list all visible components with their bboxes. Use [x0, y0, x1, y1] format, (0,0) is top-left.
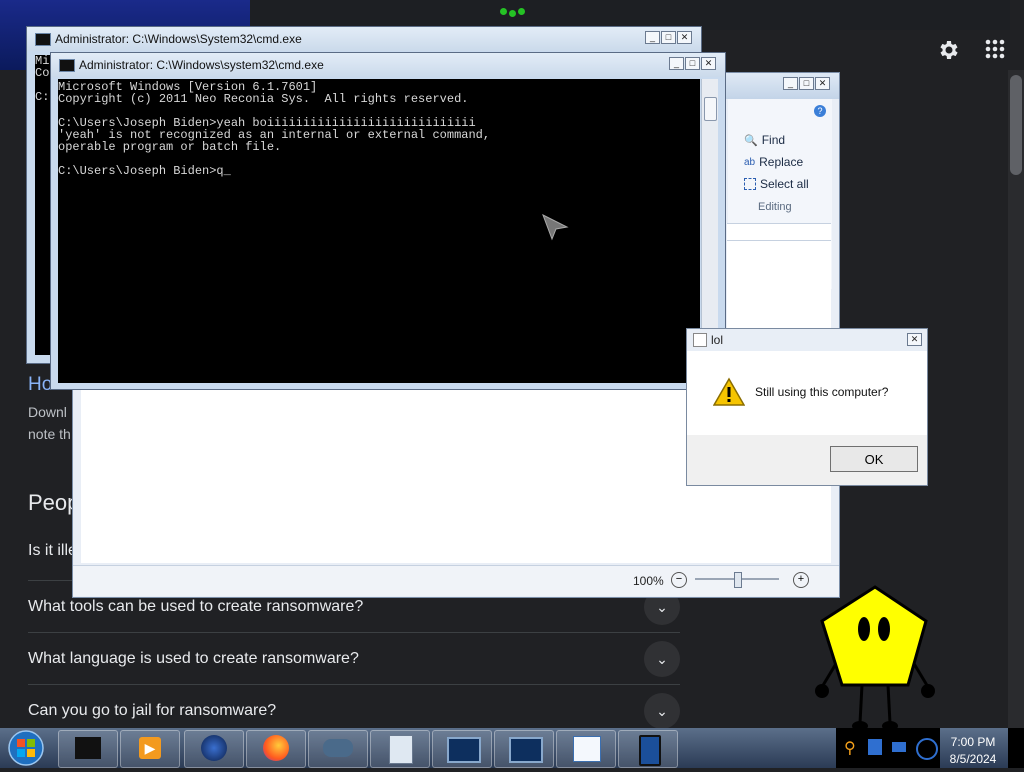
browser-scrollbar-thumb[interactable]	[1010, 75, 1022, 175]
console-icon	[59, 59, 75, 72]
help-icon[interactable]: ?	[814, 105, 826, 117]
device-icon	[639, 735, 661, 766]
status-bar: 100% − +	[73, 565, 839, 596]
cmd-window-front[interactable]: Administrator: C:\Windows\system32\cmd.e…	[50, 52, 726, 390]
taskbar-app-cmd-1[interactable]	[432, 730, 492, 768]
close-button[interactable]: ✕	[677, 31, 692, 44]
maximize-button[interactable]: □	[661, 31, 676, 44]
ie-icon[interactable]	[916, 738, 938, 760]
taskbar-app-wordpad[interactable]	[556, 730, 616, 768]
chevron-down-icon[interactable]: ⌄	[644, 693, 680, 729]
binoculars-icon: 🔍	[744, 134, 758, 147]
ruler[interactable]	[727, 223, 831, 241]
minimize-button[interactable]: _	[645, 31, 660, 44]
clock-time: 7:00 PM	[950, 735, 996, 749]
replace-label: Replace	[759, 155, 804, 169]
close-button[interactable]: ✕	[701, 57, 716, 70]
cmd-back-title: Administrator: C:\Windows\System32\cmd.e…	[55, 32, 302, 46]
dialog-message: Still using this computer?	[755, 385, 889, 399]
paa-item[interactable]: What language is used to create ransomwa…	[28, 632, 680, 685]
zoom-slider-thumb[interactable]	[734, 572, 742, 588]
show-desktop-button[interactable]	[1008, 728, 1024, 768]
taskbar-clock[interactable]: 7:00 PM 8/5/2024	[938, 732, 1008, 768]
media-player-icon: ▶	[139, 737, 161, 759]
taskbar-app-cmd-2[interactable]	[494, 730, 554, 768]
ok-button[interactable]: OK	[830, 446, 918, 472]
console-icon	[509, 737, 543, 763]
paa-question: What language is used to create ransomwa…	[28, 650, 359, 667]
taskbar-app-firefox[interactable]	[246, 730, 306, 768]
taskbar-app-media-player[interactable]: ▶	[120, 730, 180, 768]
globe-icon	[201, 735, 227, 761]
zoom-in-icon[interactable]: +	[793, 572, 809, 588]
taskbar-app-globe[interactable]	[184, 730, 244, 768]
taskbar-app-calculator[interactable]	[370, 730, 430, 768]
apps-grid-icon[interactable]	[984, 38, 1006, 60]
result-snippet-line1: Downl	[28, 404, 67, 420]
dialog-title: lol	[711, 333, 724, 347]
cursor-icon	[542, 213, 569, 241]
console-icon	[447, 737, 481, 763]
minimize-button[interactable]: _	[669, 57, 684, 70]
replace-icon: ab	[744, 156, 756, 168]
select-all-label: Select all	[760, 177, 809, 191]
taskbar-app-network[interactable]	[308, 730, 368, 768]
dialog-window-icon	[693, 333, 707, 347]
select-all-button[interactable]: Select all	[744, 177, 809, 191]
green-dots-decoration	[500, 6, 526, 17]
search-icon[interactable]: ⚲	[844, 738, 856, 758]
cmd-front-console[interactable]: Microsoft Windows [Version 6.1.7601] Cop…	[58, 79, 700, 383]
start-button[interactable]	[4, 729, 48, 767]
gear-icon[interactable]	[936, 38, 960, 62]
cmd-front-title: Administrator: C:\Windows\system32\cmd.e…	[79, 58, 324, 72]
message-dialog[interactable]: lol ✕ Still using this computer? OK	[686, 328, 928, 486]
taskbar-app-device[interactable]	[618, 730, 678, 768]
close-button[interactable]: ✕	[907, 333, 922, 346]
monitor-icon	[75, 737, 101, 759]
maximize-button[interactable]: □	[685, 57, 700, 70]
cmd-back-titlebar[interactable]: Administrator: C:\Windows\System32\cmd.e…	[27, 27, 701, 51]
dialog-titlebar[interactable]: lol ✕	[687, 329, 927, 351]
result-snippet-line2: note th	[28, 426, 71, 442]
shield-icon[interactable]	[868, 739, 882, 755]
chevron-down-icon[interactable]: ⌄	[644, 641, 680, 677]
calculator-icon	[389, 735, 413, 764]
cmd-front-titlebar[interactable]: Administrator: C:\Windows\system32\cmd.e…	[51, 53, 725, 77]
clock-date: 8/5/2024	[949, 752, 997, 766]
console-icon	[35, 33, 51, 46]
yellow-pentagon-character	[815, 585, 935, 731]
taskbar: ▶ ⚲	[0, 728, 1024, 768]
maximize-button[interactable]: □	[799, 77, 814, 90]
result-heading[interactable]: Ho	[28, 374, 52, 396]
select-all-icon	[744, 178, 756, 190]
paa-question: Can you go to jail for ransomware?	[28, 702, 277, 719]
close-button[interactable]: ✕	[815, 77, 830, 90]
warning-icon	[713, 377, 745, 406]
paa-question: What tools can be used to create ransomw…	[28, 598, 364, 615]
cmd-scrollbar-thumb[interactable]	[704, 97, 717, 121]
dialog-body: Still using this computer?	[687, 351, 927, 435]
zoom-out-icon[interactable]: −	[671, 572, 687, 588]
zoom-level: 100%	[633, 574, 664, 588]
taskbar-app-monitor[interactable]	[58, 730, 118, 768]
system-tray: ⚲	[836, 728, 940, 768]
firefox-icon	[263, 735, 289, 761]
wordpad-icon	[573, 736, 601, 762]
minimize-button[interactable]: _	[783, 77, 798, 90]
find-button[interactable]: 🔍 Find	[744, 133, 785, 147]
replace-button[interactable]: ab Replace	[744, 155, 803, 169]
paa-question-partial[interactable]: Is it ille	[28, 542, 77, 560]
network-icon	[323, 739, 353, 757]
find-label: Find	[761, 133, 786, 147]
network-tray-icon[interactable]	[892, 742, 906, 752]
editing-group-label: Editing	[758, 201, 792, 213]
